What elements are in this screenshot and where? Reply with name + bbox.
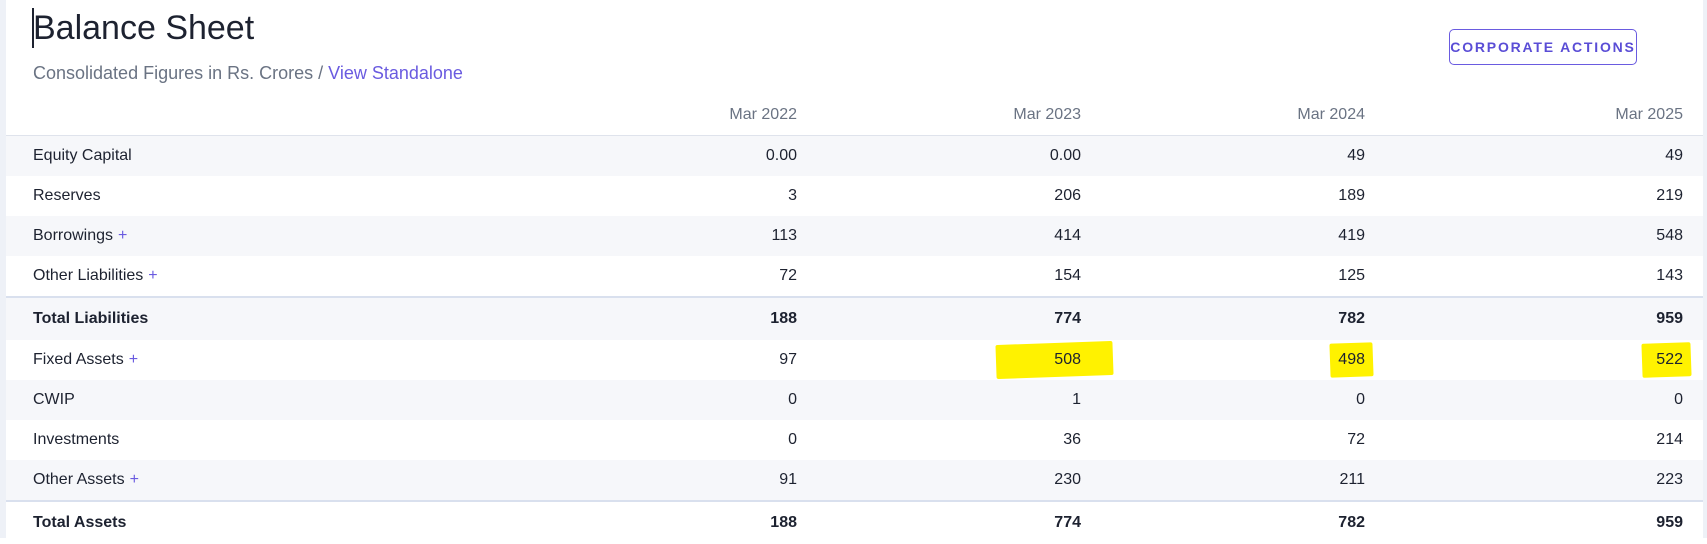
table-row-other-liabilities: Other Liabilities + 72 154 125 143 [6,256,1703,297]
cell-value: 1 [797,380,1081,420]
highlighted-value: 498 [1338,351,1365,368]
row-label: CWIP [33,380,543,420]
cell-value-highlighted: 508 [797,340,1081,380]
cell-value: 49 [1081,135,1365,176]
row-label: Equity Capital [33,135,543,176]
table-row-fixed-assets: Fixed Assets + 97 508 498 522 [6,340,1703,380]
cell-value: 97 [779,351,797,368]
cell-value: 0 [1081,380,1365,420]
highlight-mark: 498 [1338,351,1365,369]
column-header: Mar 2023 [797,95,1081,136]
cell-value: 36 [1063,431,1081,448]
row-label-expandable[interactable]: Other Assets + [33,460,543,501]
corporate-actions-button[interactable]: CORPORATE ACTIONS [1449,29,1637,65]
cell-value: 959 [1365,296,1683,340]
expand-plus-icon[interactable]: + [130,471,139,488]
cell-value: 0 [1365,380,1683,420]
row-label-expandable[interactable]: Fixed Assets + [33,340,543,380]
cell-value: 414 [797,216,1081,256]
cell-value: 0 [788,431,797,448]
cell-value: 113 [543,216,797,256]
row-label-expandable[interactable]: Borrowings + [33,216,543,256]
cell-value: 189 [1338,187,1365,204]
table-row-cwip: CWIP 0 1 0 0 [6,380,1703,420]
cell-value: 230 [797,460,1081,501]
cell-value: 0 [543,380,797,420]
column-header: Mar 2025 [1365,95,1683,136]
balance-sheet-table: Mar 2022 Mar 2023 Mar 2024 Mar 2025 Equi… [6,95,1703,544]
cell-value: 548 [1365,216,1683,256]
subtitle-separator: / [313,63,329,83]
cell-value: 91 [543,460,797,501]
highlighted-value: 508 [1054,351,1081,368]
cell-value: 188 [543,296,797,340]
cell-value: 211 [1081,460,1365,501]
cell-value: 0.00 [543,135,797,176]
cell-value: 782 [1081,296,1365,340]
cell-value: 223 [1365,460,1683,501]
row-label: Total Liabilities [33,296,543,340]
highlight-mark: 522 [1656,351,1683,369]
cell-value: 0.00 [797,135,1081,176]
cell-value: 214 [1656,431,1683,448]
row-label-expandable[interactable]: Other Liabilities + [33,256,543,297]
cell-value: 49 [1365,135,1683,176]
table-row-investments: Investments 0 36 72 214 [6,420,1703,460]
cell-value: 72 [779,267,797,284]
cell-value: 154 [1054,267,1081,284]
row-label: Investments [33,431,120,448]
highlight-mark: 508 [1054,351,1081,369]
table-row-borrowings: Borrowings + 113 414 419 548 [6,216,1703,256]
row-label-text: Fixed Assets [33,351,124,368]
subtitle-text: Consolidated Figures in Rs. Crores [33,63,314,83]
table-row-reserves: Reserves 3 206 189 219 [6,176,1703,216]
cell-value: 3 [788,187,797,204]
table-row-equity-capital: Equity Capital 0.00 0.00 49 49 [6,135,1703,176]
page-background: Balance Sheet Consolidated Figures in Rs… [0,0,1707,544]
table-header-row: Mar 2022 Mar 2023 Mar 2024 Mar 2025 [6,95,1703,136]
row-label: Reserves [33,187,101,204]
cell-value-highlighted: 498 [1081,340,1365,380]
table-row-total-liabilities: Total Liabilities 188 774 782 959 [6,296,1703,340]
expand-plus-icon[interactable]: + [118,227,127,244]
cell-value: 206 [1054,187,1081,204]
table-row-other-assets: Other Assets + 91 230 211 223 [6,460,1703,501]
highlighted-value: 522 [1656,351,1683,368]
subtitle: Consolidated Figures in Rs. Crores / Vie… [33,62,463,84]
cell-value: 125 [1338,267,1365,284]
row-label-text: Other Assets [33,471,125,488]
expand-plus-icon[interactable]: + [148,267,157,284]
cell-value: 72 [1347,431,1365,448]
row-label-text: Borrowings [33,227,114,244]
expand-plus-icon[interactable]: + [129,351,138,368]
row-label-text: Other Liabilities [33,267,144,284]
cell-value: 774 [797,296,1081,340]
balance-sheet-card: Balance Sheet Consolidated Figures in Rs… [6,0,1703,544]
cell-value: 143 [1656,267,1683,284]
page-title: Balance Sheet [33,9,255,47]
cell-value: 219 [1656,187,1683,204]
view-standalone-link[interactable]: View Standalone [328,63,463,83]
cell-value: 419 [1081,216,1365,256]
cell-value-highlighted: 522 [1365,340,1683,380]
column-header: Mar 2024 [1081,95,1365,136]
column-header: Mar 2022 [543,95,797,136]
